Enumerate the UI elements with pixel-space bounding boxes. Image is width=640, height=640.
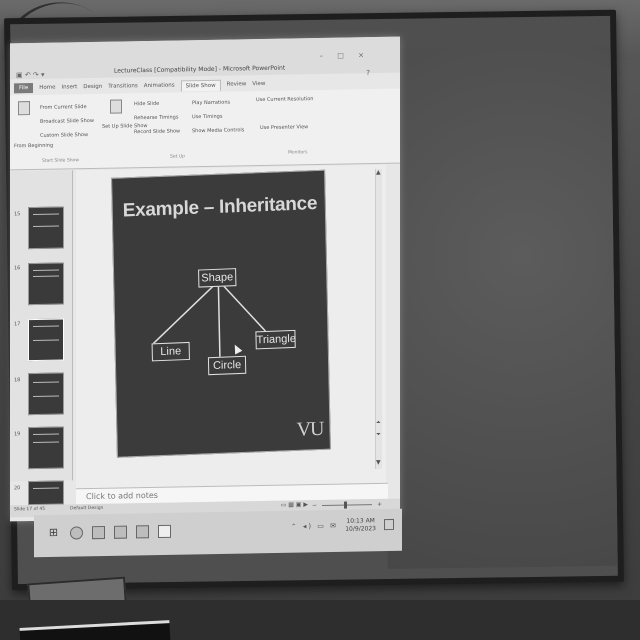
setup-group-label: Set Up — [170, 154, 185, 160]
tab-animations[interactable]: Animations — [144, 83, 175, 90]
view-buttons[interactable]: ▭ ▦ ▣ ▶ — [281, 501, 308, 508]
slide-editing-pane: Example – Inheritance Shape Line Circle … — [76, 164, 386, 491]
zoom-slider[interactable]: − + — [312, 501, 382, 509]
vu-logo: VU — [296, 417, 324, 441]
quick-access-toolbar[interactable]: ▣ ↶ ↷ ▾ — [16, 71, 45, 79]
slide-thumbnails-pane: 15 16 17 18 19 20 — [10, 170, 73, 506]
hide-slide-button[interactable]: Hide Slide — [134, 101, 159, 107]
ribbon-slide-show: From Beginning From Current Slide Broadc… — [10, 88, 400, 171]
powerpoint-taskbar-icon[interactable] — [158, 524, 171, 539]
tab-design[interactable]: Design — [83, 84, 102, 90]
slide-thumbnail-current[interactable] — [28, 318, 64, 362]
file-explorer-icon[interactable] — [136, 525, 149, 539]
classroom-scene: ▣ ↶ ↷ ▾ LectureClass [Compatibility Mode… — [0, 0, 640, 640]
tab-slide-show[interactable]: Slide Show — [180, 79, 221, 91]
slide-counter: Slide 17 of 45 — [14, 506, 46, 513]
inheritance-connectors — [153, 284, 266, 357]
window-title: LectureClass [Compatibility Mode] - Micr… — [114, 64, 286, 75]
from-beginning-button[interactable]: From Beginning — [14, 143, 53, 150]
slide-thumbnail[interactable] — [28, 372, 64, 416]
tab-review[interactable]: Review — [227, 81, 247, 87]
thumbnail-number: 18 — [14, 377, 21, 384]
system-tray-icons[interactable]: ⌃ ◂) ▭ ✉ — [291, 522, 338, 531]
current-slide[interactable]: Example – Inheritance Shape Line Circle … — [111, 169, 331, 458]
tab-view[interactable]: View — [252, 81, 265, 87]
windows-start-icon[interactable]: ⊞ — [48, 526, 59, 539]
rehearse-timings-button[interactable]: Rehearse Timings — [134, 114, 178, 121]
line-node: Line — [151, 341, 190, 362]
previous-slide-icon[interactable]: ⏶ — [376, 419, 381, 427]
show-media-controls-checkbox[interactable]: Show Media Controls — [192, 127, 244, 134]
tab-home[interactable]: Home — [39, 85, 55, 91]
shape-node: Shape — [198, 268, 237, 288]
thumbnail-number: 19 — [14, 431, 21, 438]
window-controls[interactable]: – □ × — [320, 51, 370, 60]
thumbnail-number: 20 — [14, 485, 21, 492]
triangle-node: Triangle — [255, 329, 296, 350]
zoom-in-icon[interactable]: + — [377, 501, 382, 508]
thumbnail-number: 17 — [14, 321, 21, 328]
tab-transitions[interactable]: Transitions — [108, 83, 137, 90]
board-surface — [380, 45, 618, 569]
resolution-dropdown[interactable]: Use Current Resolution — [256, 96, 313, 103]
connector-line-to-circle — [217, 284, 221, 357]
slide-thumbnail[interactable] — [28, 480, 64, 506]
from-current-slide-button[interactable]: From Current Slide — [40, 104, 87, 111]
zoom-out-icon[interactable]: − — [312, 502, 317, 509]
projected-powerpoint-window: ▣ ↶ ↷ ▾ LectureClass [Compatibility Mode… — [10, 36, 400, 522]
clock-date: 10/9/2023 — [345, 525, 376, 533]
theme-name: Default Design — [70, 505, 104, 512]
connector-line-to-line — [153, 284, 215, 344]
presenter-view-checkbox[interactable]: Use Presenter View — [260, 124, 308, 131]
next-slide-icon[interactable]: ⏷ — [376, 431, 381, 439]
connector-line-to-triangle — [221, 284, 266, 332]
thumbnail-number: 16 — [14, 265, 21, 272]
scroll-down-icon[interactable]: ▼ — [376, 459, 381, 466]
thumbnail-number: 15 — [14, 211, 21, 218]
clock[interactable]: 10:13 AM 10/9/2023 — [345, 517, 376, 534]
slide-thumbnail[interactable] — [28, 262, 64, 306]
zoom-knob[interactable] — [344, 501, 347, 509]
slide-thumbnail[interactable] — [28, 206, 64, 250]
tab-insert[interactable]: Insert — [61, 84, 77, 90]
windows-taskbar: ⊞ ⌃ ◂) ▭ ✉ 10:13 AM 10/9/2023 — [34, 508, 402, 558]
record-slide-show-button[interactable]: Record Slide Show — [134, 128, 180, 135]
play-narrations-checkbox[interactable]: Play Narrations — [192, 100, 230, 107]
zoom-track[interactable] — [322, 504, 372, 506]
vertical-scrollbar[interactable]: ▲ ⏶ ⏷ ▼ — [375, 168, 382, 470]
edge-browser-icon[interactable] — [114, 525, 127, 539]
scroll-up-icon[interactable]: ▲ — [376, 169, 381, 176]
circle-node: Circle — [207, 355, 247, 376]
start-group-label: Start Slide Show — [42, 158, 79, 164]
set-up-icon[interactable] — [110, 99, 122, 114]
tab-file[interactable]: File — [14, 82, 34, 94]
title-bar: ▣ ↶ ↷ ▾ LectureClass [Compatibility Mode… — [10, 36, 400, 80]
broadcast-button[interactable]: Broadcast Slide Show — [40, 118, 94, 125]
use-timings-checkbox[interactable]: Use Timings — [192, 114, 222, 121]
monitors-group-label: Monitors — [288, 150, 308, 156]
notification-icon[interactable] — [384, 518, 394, 531]
search-icon[interactable] — [70, 526, 83, 540]
task-view-icon[interactable] — [92, 525, 105, 540]
from-beginning-icon[interactable] — [18, 101, 30, 116]
custom-slide-show-button[interactable]: Custom Slide Show — [40, 132, 88, 139]
slide-thumbnail[interactable] — [28, 426, 64, 470]
